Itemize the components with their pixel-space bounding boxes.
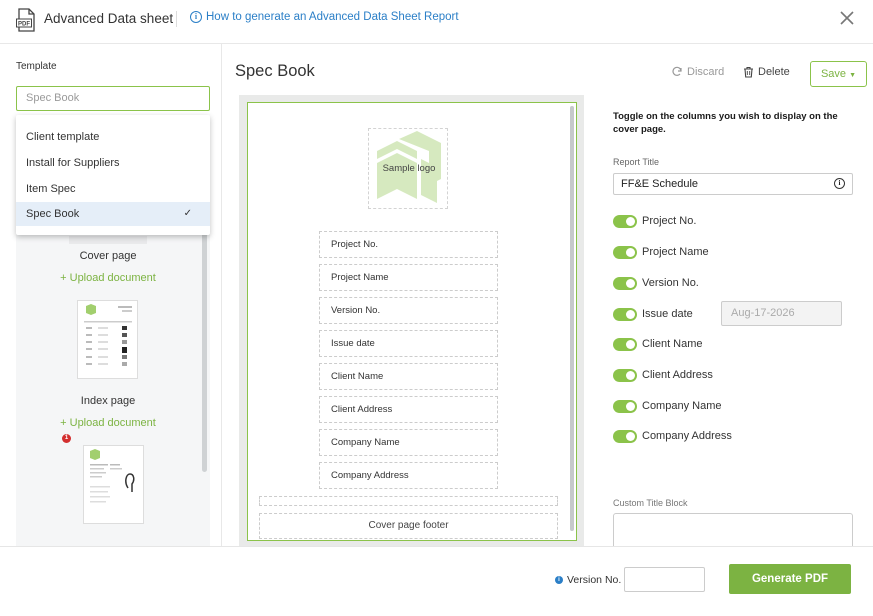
project-name-toggle[interactable] — [613, 245, 637, 259]
issue-date-input[interactable]: Aug-17-2026 — [721, 301, 842, 326]
logo-placeholder-label: Sample logo — [382, 163, 436, 174]
caret-down-icon: ▼ — [849, 72, 857, 79]
preview-field-project-name: Project Name — [319, 264, 498, 291]
discard-label: Discard — [687, 66, 725, 78]
trash-icon — [744, 66, 753, 78]
help-link-label: How to generate an Advanced Data Sheet R… — [206, 11, 459, 23]
dropdown-option-item-spec[interactable]: Item Spec — [16, 177, 210, 201]
preview-field-company-name: Company Name — [319, 429, 498, 456]
info-icon: i — [190, 11, 202, 23]
preview-spacer-block — [259, 496, 558, 506]
version-label-text: Version No. — [567, 574, 622, 586]
toggle-row-project-name: Project Name — [613, 244, 709, 260]
custom-title-textarea[interactable] — [613, 513, 853, 546]
help-link[interactable]: i How to generate an Advanced Data Sheet… — [190, 11, 459, 23]
info-icon[interactable]: i — [834, 178, 845, 189]
toggle-row-version-no: Version No. — [613, 275, 699, 291]
check-icon: ✓ — [183, 208, 192, 219]
page-list-scrollbar[interactable] — [202, 232, 207, 472]
index-page-thumbnail[interactable] — [77, 300, 138, 379]
preview-field-project-no: Project No. — [319, 231, 498, 258]
save-label: Save — [820, 68, 847, 80]
index-upload-link[interactable]: + Upload document — [16, 417, 200, 429]
toggle-row-client-name: Client Name — [613, 336, 703, 352]
generate-pdf-button[interactable]: Generate PDF — [729, 564, 851, 594]
toggle-label: Client Name — [642, 338, 703, 350]
toggle-row-project-no: Project No. — [613, 213, 696, 229]
toggle-row-client-address: Client Address — [613, 367, 713, 383]
toggle-label: Version No. — [642, 277, 699, 289]
client-name-toggle[interactable] — [613, 337, 637, 351]
preview-scrollbar[interactable] — [570, 106, 574, 531]
toggle-label: Client Address — [642, 369, 713, 381]
report-title-value: FF&E Schedule — [621, 178, 699, 190]
preview-field-issue-date: Issue date — [319, 330, 498, 357]
dropdown-option-spec-book[interactable]: Spec Book ✓ — [16, 202, 210, 226]
client-address-toggle[interactable] — [613, 368, 637, 382]
logo-placeholder[interactable]: Sample logo — [368, 128, 448, 209]
delete-button[interactable]: Delete — [743, 66, 790, 78]
project-no-toggle[interactable] — [613, 214, 637, 228]
info-icon: i — [555, 576, 563, 584]
report-title-input[interactable]: FF&E Schedule i — [613, 173, 853, 195]
spec-page-thumbnail[interactable] — [83, 445, 144, 524]
dropdown-option-install-for-suppliers[interactable]: Install for Suppliers — [16, 151, 210, 175]
cover-thumbnail-edge — [69, 236, 147, 244]
toggle-label: Project Name — [642, 246, 709, 258]
toggle-row-company-address: Company Address — [613, 428, 732, 444]
header-divider — [176, 11, 177, 27]
issue-date-toggle[interactable] — [613, 307, 637, 321]
cover-page-label: Cover page — [79, 250, 137, 262]
version-field-label: i Version No. — [555, 574, 621, 586]
panel-divider — [221, 44, 222, 546]
company-address-toggle[interactable] — [613, 429, 637, 443]
toggle-row-company-name: Company Name — [613, 398, 721, 414]
template-select[interactable]: Spec Book — [16, 86, 210, 111]
toggle-label: Project No. — [642, 215, 697, 227]
save-button[interactable]: Save ▼ — [810, 61, 867, 87]
index-page-preview — [84, 304, 132, 366]
preview-title: Spec Book — [235, 62, 315, 80]
dialog-header: PDF Advanced Data sheet i How to generat… — [0, 0, 873, 44]
custom-title-label: Custom Title Block — [613, 498, 688, 508]
spec-page-preview — [90, 449, 135, 503]
toggle-label: Issue date — [642, 308, 693, 320]
preview-field-client-address: Client Address — [319, 396, 498, 423]
template-label: Template — [16, 61, 57, 72]
cover-upload-link[interactable]: + Upload document — [16, 272, 200, 284]
toggle-label: Company Address — [642, 430, 732, 442]
index-page-label: Index page — [80, 395, 136, 407]
report-title-label: Report Title — [613, 157, 660, 167]
toggle-row-issue-date: Issue date — [613, 306, 693, 322]
dropdown-option-client-template[interactable]: Client template — [16, 125, 210, 149]
notification-badge: 1 — [62, 434, 71, 443]
preview-field-client-name: Client Name — [319, 363, 498, 390]
close-icon[interactable] — [839, 10, 855, 26]
template-dropdown-menu: Client template Install for Suppliers It… — [16, 115, 210, 235]
refresh-icon — [672, 66, 682, 76]
pdf-file-icon: PDF — [16, 8, 35, 32]
pdf-icon-text: PDF — [18, 22, 30, 28]
company-name-toggle[interactable] — [613, 399, 637, 413]
preview-field-company-address: Company Address — [319, 462, 498, 489]
dialog-title: Advanced Data sheet — [44, 11, 174, 26]
cover-page-footer[interactable]: Cover page footer — [259, 513, 558, 539]
preview-field-version-no: Version No. — [319, 297, 498, 324]
version-input[interactable] — [624, 567, 705, 592]
version-no-toggle[interactable] — [613, 276, 637, 290]
toggle-instruction: Toggle on the columns you wish to displa… — [613, 111, 838, 135]
discard-button[interactable]: Discard — [671, 66, 724, 78]
dropdown-option-label: Spec Book — [26, 208, 80, 220]
delete-label: Delete — [758, 66, 790, 78]
toggle-label: Company Name — [642, 400, 722, 412]
